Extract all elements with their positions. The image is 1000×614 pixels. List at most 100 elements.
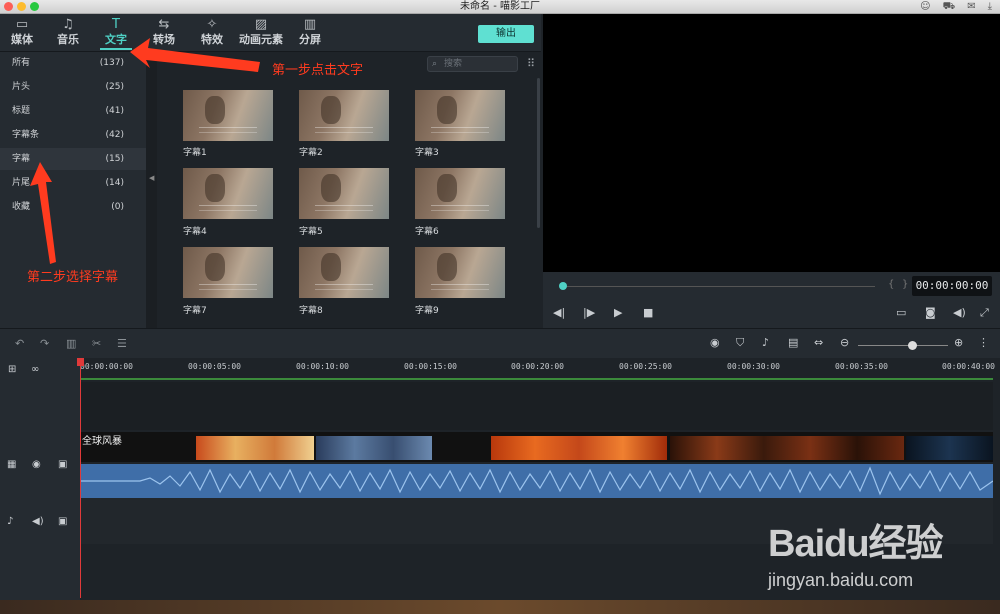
thumbnail-label: 字幕5 [299, 227, 323, 237]
tab-split-screen[interactable]: ▥ 分屏 [288, 17, 332, 47]
audio-waveform-clip[interactable] [80, 464, 993, 498]
thumbnail-label: 字幕1 [183, 148, 207, 158]
waveform [80, 466, 993, 496]
search-input[interactable]: ⌕ 搜索 [427, 56, 518, 72]
tab-elements[interactable]: ▨ 动画元素 [236, 17, 286, 47]
baidu-watermark: Baidu经验 jingyan.baidu.com [768, 508, 988, 598]
music-icon: ♫ [62, 17, 74, 32]
render-icon[interactable]: ◉ [710, 336, 720, 349]
empty-track[interactable] [80, 382, 993, 430]
image-icon: ▨ [254, 17, 268, 32]
redo-icon[interactable]: ↷ [40, 337, 49, 350]
title-thumbnail[interactable] [299, 247, 389, 298]
category-item-selected[interactable]: 字幕 (15) [0, 148, 146, 170]
grid-view-icon[interactable]: ⠿ [527, 57, 535, 70]
mail-icon[interactable]: ✉ [967, 0, 975, 14]
audio-mixer-icon[interactable]: ▤ [788, 336, 798, 349]
zoom-out-icon[interactable]: ⊖ [840, 336, 849, 349]
zoom-slider-handle[interactable] [908, 341, 917, 350]
title-thumbnail[interactable] [415, 247, 505, 298]
cut-icon[interactable]: ✂ [92, 337, 101, 350]
title-thumbnail[interactable] [415, 90, 505, 141]
zoom-in-icon[interactable]: ⊕ [954, 336, 963, 349]
title-bar: 未命名 - 喵影工厂 ☺ ⛟ ✉ ⤓ [0, 0, 1000, 14]
timecode-display: 00:00:00:00 [912, 276, 992, 296]
adjust-icon[interactable]: ☰ [117, 337, 127, 350]
ruler-tick: 00:00:15:00 [404, 362, 457, 371]
snapshot-icon[interactable]: ◙ [925, 306, 936, 319]
tab-effects[interactable]: ✧ 特效 [190, 17, 234, 47]
lock-icon[interactable]: ▣ [58, 459, 67, 470]
title-thumbnail[interactable] [299, 168, 389, 219]
cart-icon[interactable]: ⛟ [943, 0, 956, 14]
add-track-icon[interactable]: ⊞ [8, 364, 16, 375]
tab-media[interactable]: ▭ 媒体 [0, 17, 44, 47]
preview-window[interactable] [543, 14, 1000, 272]
title-thumbnail[interactable] [415, 168, 505, 219]
download-icon[interactable]: ⤓ [988, 0, 992, 14]
render-status-bar [80, 378, 993, 380]
play-icon[interactable]: ▶ [614, 306, 622, 319]
video-track-icon: ▦ [7, 459, 17, 470]
category-item[interactable]: 片头 (25) [0, 76, 146, 98]
timeline-ruler[interactable]: 00:00:00:00 00:00:05:00 00:00:10:00 00:0… [80, 358, 1000, 380]
ruler-tick: 00:00:40:00 [942, 362, 995, 371]
more-options-icon[interactable]: ⋮ [978, 336, 989, 349]
tab-transition[interactable]: ⇆ 转场 [142, 17, 186, 47]
seek-handle[interactable] [559, 282, 567, 290]
category-panel: 所有 (137) 片头 (25) 标题 (41) 字幕条 (42) 字幕 (15) 片尾(… [0, 52, 146, 328]
stop-icon[interactable]: ■ [643, 306, 653, 319]
track-header-column [0, 358, 80, 614]
fullscreen-icon[interactable]: ⤢ [980, 306, 989, 320]
seek-bar[interactable] [563, 286, 875, 287]
marker-icon[interactable]: ⛉ [736, 336, 744, 350]
display-settings-icon[interactable]: ▭ [896, 306, 906, 319]
zoom-slider[interactable] [858, 345, 948, 346]
audio-track-icon: ♪ [7, 516, 14, 527]
microphone-icon[interactable]: ♪ [762, 336, 769, 349]
clip-title: 全球风暴 [82, 436, 122, 447]
app-window: 未命名 - 喵影工厂 ☺ ⛟ ✉ ⤓ ▭ 媒体 ♫ 音乐 T 文字 ⇆ 转场 ✧ 特效 ▨… [0, 0, 1000, 614]
title-thumbnail[interactable] [183, 168, 273, 219]
title-thumbnail[interactable] [183, 247, 273, 298]
media-toolbar: ▭ 媒体 ♫ 音乐 T 文字 ⇆ 转场 ✧ 特效 ▨ 动画元素 ▥ 分屏 输出 [0, 14, 541, 52]
category-item[interactable]: 所有 (137) [0, 52, 146, 74]
delete-icon[interactable]: ▥ [66, 337, 76, 350]
previous-frame-icon[interactable]: ◀| [553, 306, 565, 319]
thumbnail-label: 字幕6 [415, 227, 439, 237]
thumbnail-label: 字幕8 [299, 306, 323, 316]
visibility-icon[interactable]: ◉ [32, 459, 41, 470]
library-scrollbar[interactable] [537, 78, 540, 228]
title-thumbnail[interactable] [183, 90, 273, 141]
user-icon[interactable]: ☺ [920, 0, 930, 14]
undo-icon[interactable]: ↶ [15, 337, 24, 350]
title-thumbnail[interactable] [299, 90, 389, 141]
lock-icon[interactable]: ▣ [58, 516, 67, 527]
playhead[interactable] [80, 358, 81, 598]
play-frame-icon[interactable]: |▶ [583, 306, 595, 319]
tab-text[interactable]: T 文字 [94, 17, 138, 50]
category-item[interactable]: 标题 (41) [0, 100, 146, 122]
desktop-background [0, 600, 1000, 614]
volume-icon[interactable]: ◀) [32, 516, 44, 527]
transition-icon: ⇆ [158, 17, 170, 32]
collapse-arrow-icon[interactable]: ◀ [149, 174, 154, 182]
thumbnail-label: 字幕2 [299, 148, 323, 158]
category-item[interactable]: 字幕条 (42) [0, 124, 146, 146]
panel-divider[interactable] [146, 52, 157, 328]
mark-out-icon[interactable]: } [902, 279, 908, 290]
text-icon: T [112, 17, 120, 32]
export-button[interactable]: 输出 [478, 25, 534, 43]
category-item[interactable]: 收藏 (0) [0, 196, 146, 218]
watermark-url: jingyan.baidu.com [768, 570, 914, 590]
fit-timeline-icon[interactable]: ⇔ [814, 336, 823, 349]
thumbnail-label: 字幕9 [415, 306, 439, 316]
volume-icon[interactable]: ◀) [953, 306, 966, 319]
link-icon[interactable]: ∞ [31, 364, 39, 375]
ruler-tick: 00:00:00:00 [80, 362, 133, 371]
tab-music[interactable]: ♫ 音乐 [46, 17, 90, 47]
mark-in-icon[interactable]: { [888, 279, 894, 290]
timeline-toolbar [0, 328, 1000, 358]
category-item[interactable]: 片尾 (14) [0, 172, 146, 194]
search-icon: ⌕ [432, 59, 438, 69]
